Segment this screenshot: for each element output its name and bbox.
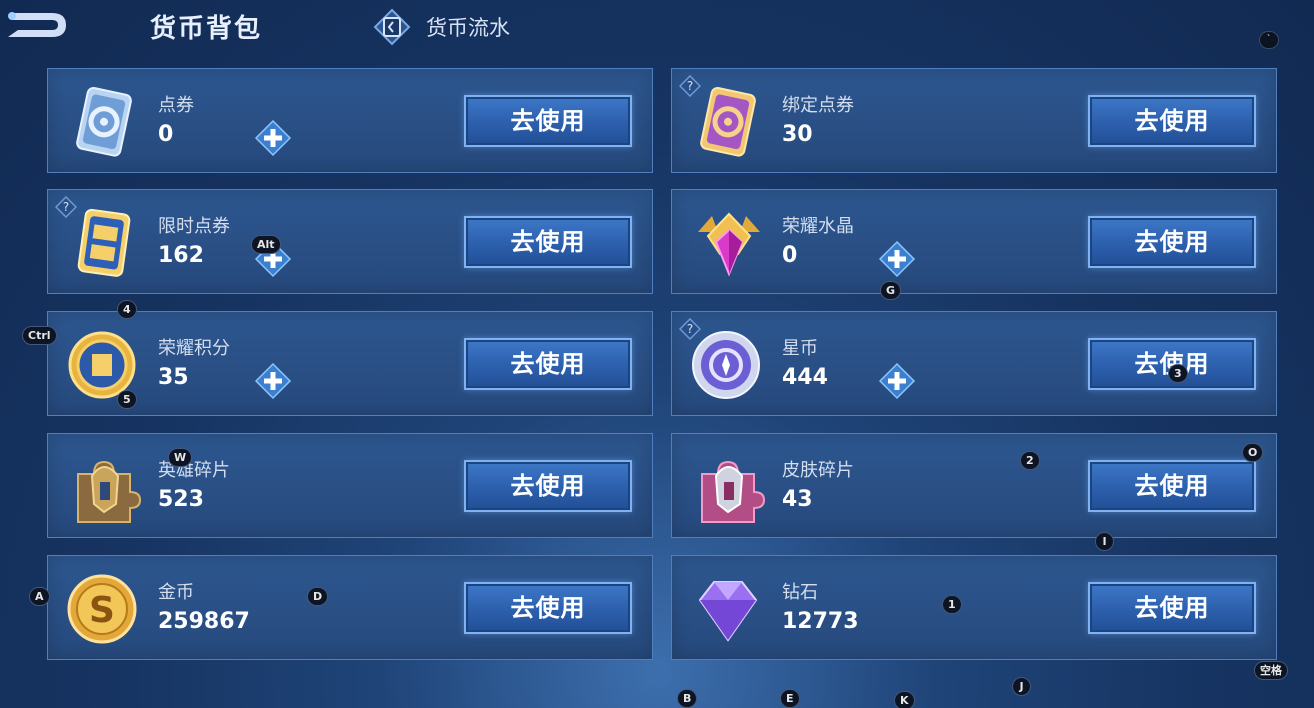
currency-card-star-coin: ? 星币 444 去使用	[671, 311, 1277, 416]
currency-amount: 30	[782, 122, 813, 147]
diamond-icon	[688, 568, 770, 650]
back-arrow-icon	[8, 12, 66, 37]
currency-amount: 162	[158, 243, 204, 268]
use-button[interactable]: 去使用	[1088, 582, 1256, 634]
skin-shard-icon	[688, 446, 770, 528]
coupon-icon	[64, 81, 146, 163]
hotkey-4: 4	[117, 300, 137, 319]
use-button[interactable]: 去使用	[464, 338, 632, 390]
plus-icon	[254, 362, 292, 400]
currency-card-skin-shard: 皮肤碎片 43 去使用	[671, 433, 1277, 538]
currency-name: 星币	[782, 338, 818, 359]
use-button[interactable]: 去使用	[1088, 338, 1256, 390]
currency-name: 绑定点券	[782, 95, 854, 116]
glory-crystal-icon	[688, 202, 770, 284]
hotkey-a: A	[29, 587, 50, 606]
currency-name: 皮肤碎片	[782, 460, 854, 481]
gold-coin-icon: S	[64, 568, 146, 650]
currency-card-diamond: 钻石 12773 去使用	[671, 555, 1277, 660]
add-glory-points-button[interactable]	[254, 362, 292, 400]
tab-currency-flow-label: 货币流水	[426, 16, 510, 40]
currency-card-glory-crystal: 荣耀水晶 0 去使用	[671, 189, 1277, 294]
use-button[interactable]: 去使用	[1088, 216, 1256, 268]
currency-name: 金币	[158, 582, 194, 603]
currency-name: 点券	[158, 95, 194, 116]
hotkey-e: E	[780, 689, 800, 708]
hotkey-w: W	[168, 448, 193, 467]
plus-icon	[878, 362, 916, 400]
currency-name: 荣耀水晶	[782, 216, 854, 237]
use-button[interactable]: 去使用	[464, 460, 632, 512]
currency-card-bound-coupon: ? 绑定点券 30 去使用	[671, 68, 1277, 173]
use-button[interactable]: 去使用	[1088, 95, 1256, 147]
hotkey-i: I	[1095, 532, 1114, 551]
currency-amount: 259867	[158, 609, 250, 634]
hotkey-b: B	[677, 689, 698, 708]
hotkey-2: 2	[1020, 451, 1040, 470]
currency-name: 限时点券	[158, 216, 230, 237]
currency-name: 荣耀积分	[158, 338, 230, 359]
use-button[interactable]: 去使用	[464, 95, 632, 147]
currency-card-gold: S 金币 259867 去使用	[47, 555, 653, 660]
hotkey-ctrl: Ctrl	[22, 326, 57, 345]
page-title: 货币背包	[150, 14, 263, 44]
add-glory-crystal-button[interactable]	[878, 240, 916, 278]
hotkey-alt: Alt	[251, 235, 281, 254]
hotkey-3: 3	[1168, 364, 1188, 383]
add-coupon-button[interactable]	[254, 119, 292, 157]
hotkey-space: 空格	[1254, 661, 1288, 680]
use-button[interactable]: 去使用	[464, 582, 632, 634]
currency-name: 钻石	[782, 582, 818, 603]
currency-card-limited-coupon: ? 限时点券 162 去使用	[47, 189, 653, 294]
star-coin-icon	[688, 324, 770, 406]
bound-coupon-icon	[688, 81, 770, 163]
hotkey-g: G	[880, 281, 902, 300]
svg-text:S: S	[89, 590, 115, 631]
hotkey-5: 5	[117, 390, 137, 409]
hotkey-k: K	[894, 691, 915, 708]
use-button[interactable]: 去使用	[464, 216, 632, 268]
currency-card-glory-points: 荣耀积分 35 去使用	[47, 311, 653, 416]
currency-amount: 12773	[782, 609, 859, 634]
currency-amount: 0	[158, 122, 174, 147]
currency-amount: 0	[782, 243, 798, 268]
tab-currency-flow[interactable]: 货币流水	[372, 8, 510, 46]
currency-amount: 43	[782, 487, 813, 512]
hotkey-j: J	[1012, 677, 1031, 696]
plus-icon	[878, 240, 916, 278]
limited-coupon-icon	[64, 202, 146, 284]
hotkey-1: 1	[942, 595, 962, 614]
hotkey-o: O	[1242, 443, 1264, 462]
currency-card-hero-shard: 英雄碎片 523 去使用	[47, 433, 653, 538]
use-button[interactable]: 去使用	[1088, 460, 1256, 512]
back-button[interactable]	[4, 8, 70, 42]
hero-shard-icon	[64, 446, 146, 528]
currency-flow-icon	[373, 8, 411, 46]
plus-icon	[254, 119, 292, 157]
currency-amount: 35	[158, 365, 189, 390]
hotkey-tick: `	[1259, 31, 1279, 49]
currency-card-coupon: 点券 0 去使用	[47, 68, 653, 173]
hotkey-d: D	[307, 587, 329, 606]
currency-amount: 444	[782, 365, 828, 390]
add-star-coin-button[interactable]	[878, 362, 916, 400]
currency-amount: 523	[158, 487, 204, 512]
